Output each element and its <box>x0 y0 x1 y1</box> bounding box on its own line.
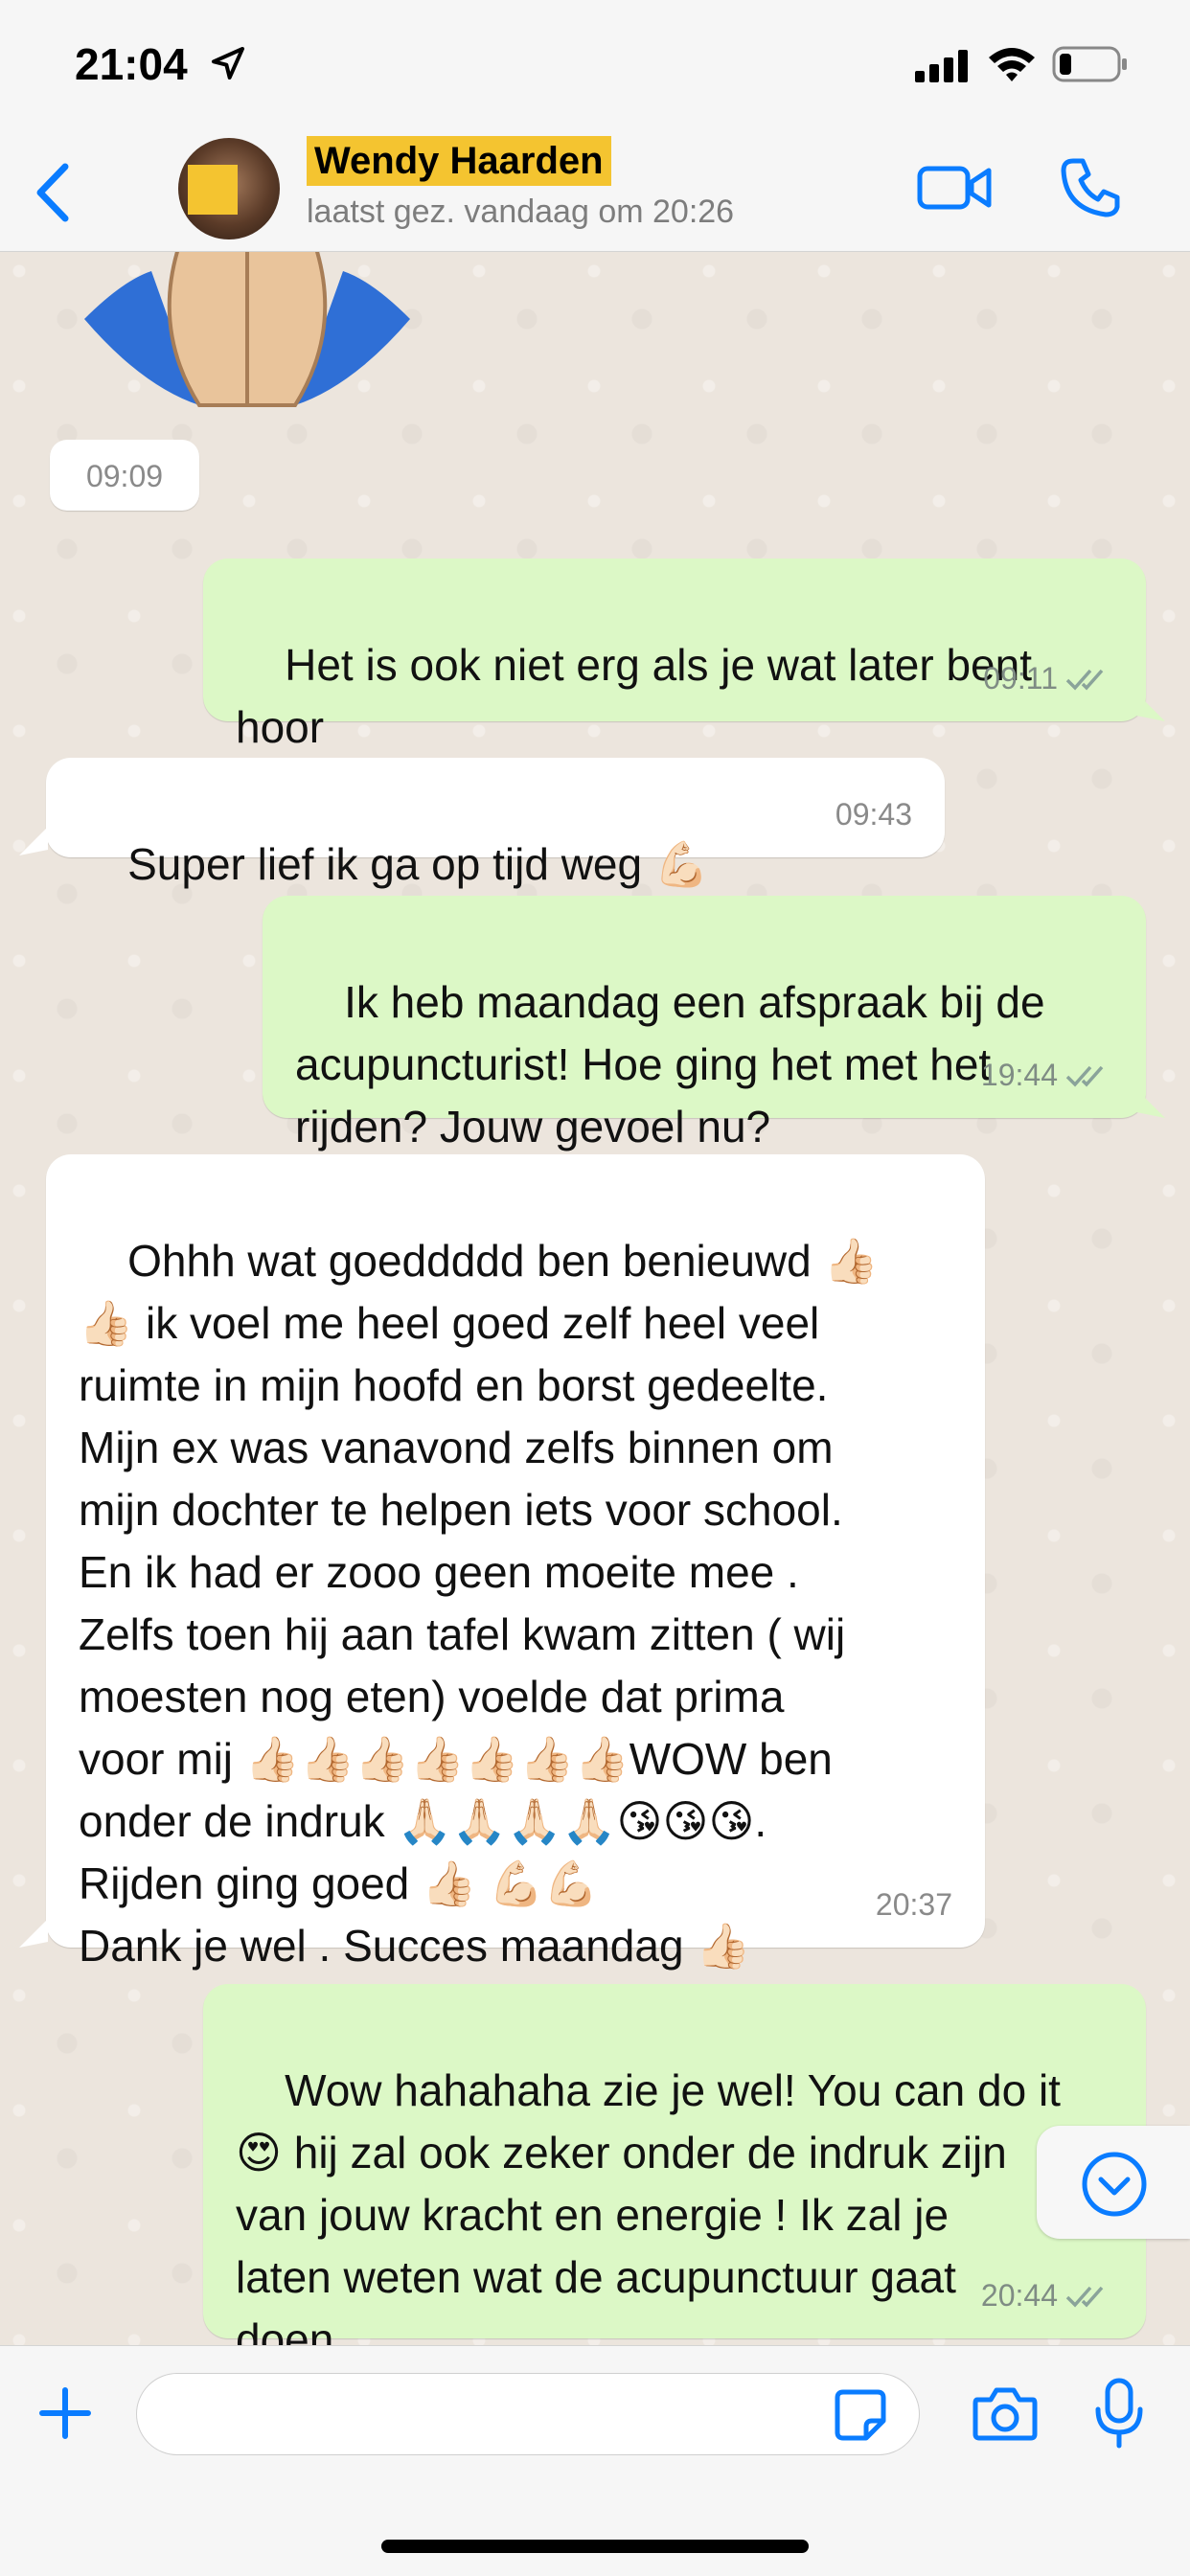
last-seen-status: laatst gez. vandaag om 20:26 <box>307 194 735 230</box>
phone-icon[interactable] <box>1060 155 1123 218</box>
composer-bar <box>0 2345 1190 2576</box>
status-bar: 21:04 <box>0 0 1190 125</box>
contact-name[interactable]: Wendy Haarden <box>307 136 611 186</box>
location-arrow-icon <box>212 47 244 80</box>
wifi-icon <box>989 48 1035 81</box>
chat-header: Wendy Haarden laatst gez. vandaag om 20:… <box>0 125 1190 252</box>
message-time: 19:44 <box>980 1058 1058 1092</box>
message-text: Het is ook niet erg als je wat later ben… <box>236 640 1032 752</box>
signal-icon <box>915 50 968 82</box>
bubble-tail <box>1136 1089 1165 1118</box>
sticker-timestamp: 09:09 <box>50 440 199 511</box>
message-meta: 09:11 <box>983 648 1113 710</box>
bubble-tail <box>19 1919 48 1948</box>
status-time: 21:04 <box>75 39 188 89</box>
message-incoming[interactable]: Super lief ik ga op tijd weg 💪🏻 09:43 <box>46 758 945 889</box>
avatar[interactable] <box>178 138 280 239</box>
plus-icon[interactable] <box>36 2384 94 2442</box>
read-ticks-icon <box>1065 1065 1104 1087</box>
battery-icon <box>1052 46 1127 82</box>
chat-area[interactable]: 09:09 Het is ook niet erg als je wat lat… <box>0 252 1190 2345</box>
camera-icon[interactable] <box>972 2384 1039 2442</box>
message-time: 09:43 <box>835 797 912 832</box>
scroll-to-bottom-button[interactable] <box>1037 2126 1190 2239</box>
message-time: 20:37 <box>875 1887 952 1922</box>
read-ticks-icon <box>1065 669 1104 691</box>
message-text: Ik heb maandag een afspraak bij de acupu… <box>295 977 1045 1151</box>
sticker-icon[interactable] <box>834 2388 887 2442</box>
scroll-down-icon <box>1082 2152 1147 2217</box>
message-time: 20:44 <box>980 2278 1058 2313</box>
avatar-redaction <box>188 165 238 215</box>
bubble-tail <box>1136 693 1165 721</box>
home-indicator <box>381 2540 809 2553</box>
back-chevron-icon[interactable] <box>31 161 73 224</box>
message-incoming[interactable]: Ohhh wat goeddddd ben benieuwd 👍🏻 👍🏻 ik … <box>46 1154 985 1971</box>
sticker-time: 09:09 <box>85 459 164 493</box>
message-meta: 19:44 <box>981 1044 1113 1106</box>
video-call-icon[interactable] <box>916 159 993 217</box>
message-meta: 20:44 <box>981 2265 1113 2327</box>
microphone-icon[interactable] <box>1090 2377 1148 2450</box>
message-text: Wow hahahaha zie je wel! You can do it 😍… <box>236 2065 1061 2345</box>
praying-hands-sticker <box>84 252 410 407</box>
message-text: Ohhh wat goeddddd ben benieuwd 👍🏻 👍🏻 ik … <box>79 1236 879 1971</box>
bubble-tail <box>19 827 48 855</box>
message-outgoing[interactable]: Ik heb maandag een afspraak bij de acupu… <box>263 896 1146 1151</box>
read-ticks-icon <box>1065 2286 1104 2308</box>
message-text: Super lief ik ga op tijd weg 💪🏻 <box>127 839 710 889</box>
message-meta: 20:37 <box>876 1874 952 1936</box>
message-input[interactable] <box>136 2373 920 2455</box>
message-meta: 09:43 <box>835 784 912 846</box>
message-time: 09:11 <box>983 661 1058 695</box>
message-outgoing[interactable]: Wow hahahaha zie je wel! You can do it 😍… <box>203 1984 1146 2345</box>
message-outgoing[interactable]: Het is ook niet erg als je wat later ben… <box>203 559 1146 752</box>
